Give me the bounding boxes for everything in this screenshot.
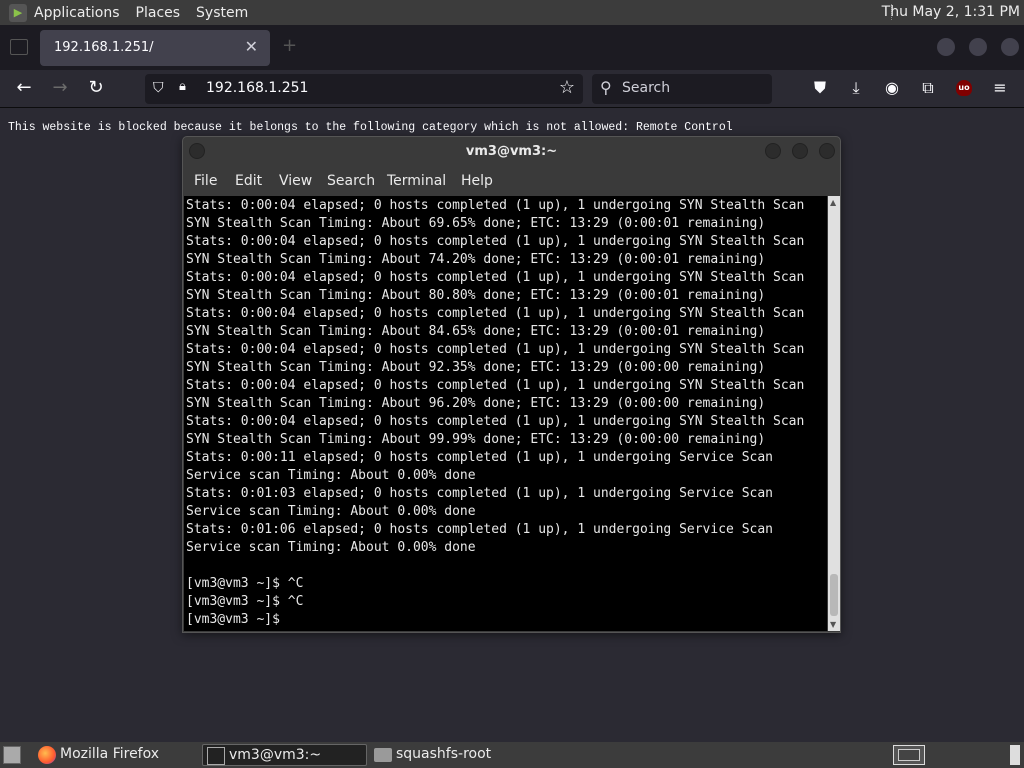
terminal-icon (207, 747, 225, 765)
terminal-line: Stats: 0:00:04 elapsed; 0 hosts complete… (186, 414, 805, 429)
workspace-switcher[interactable] (893, 745, 925, 765)
menu-system[interactable]: System (196, 5, 248, 21)
terminal-line: Stats: 0:00:04 elapsed; 0 hosts complete… (186, 342, 805, 357)
taskbar-end-handle (1010, 745, 1020, 765)
search-placeholder: Search (622, 80, 671, 96)
terminal-output[interactable]: Stats: 0:00:04 elapsed; 0 hosts complete… (184, 196, 827, 631)
lock-icon[interactable]: 🔒︎ (179, 79, 186, 94)
tab-active[interactable]: 192.168.1.251/ ✕ (40, 30, 270, 66)
terminal-scrollbar[interactable]: ▲ ▼ (828, 196, 840, 631)
url-text[interactable]: 192.168.1.251 (206, 80, 308, 96)
scrollbar-thumb[interactable] (830, 574, 838, 616)
menu-search[interactable]: Search (327, 173, 375, 189)
taskbar-item-label: Mozilla Firefox (60, 746, 160, 762)
downloads-icon[interactable]: ⤓ (846, 78, 866, 98)
url-bar[interactable]: ⛉ 🔒︎ 192.168.1.251 ☆ (145, 74, 583, 104)
terminal-line: Stats: 0:01:03 elapsed; 0 hosts complete… (186, 486, 773, 501)
folder-icon (374, 748, 392, 762)
minimize-window-button[interactable] (937, 38, 955, 56)
show-desktop-icon[interactable] (3, 746, 21, 764)
maximize-window-button[interactable] (969, 38, 987, 56)
terminal-line: SYN Stealth Scan Timing: About 74.20% do… (186, 252, 766, 267)
menu-file[interactable]: File (194, 173, 217, 189)
terminal-line: SYN Stealth Scan Timing: About 96.20% do… (186, 396, 766, 411)
tab-title: 192.168.1.251/ (54, 40, 154, 55)
terminal-title: vm3@vm3:~ (465, 144, 558, 159)
extensions-icon[interactable]: ⧉ (918, 78, 938, 98)
close-window-button[interactable] (1001, 38, 1019, 56)
terminal-close-button[interactable] (819, 143, 835, 159)
terminal-line: Service scan Timing: About 0.00% done (186, 540, 476, 555)
back-arrow-icon[interactable]: ← (14, 78, 34, 98)
taskbar-item-label: vm3@vm3:~ (229, 747, 322, 763)
terminal-titlebar[interactable]: vm3@vm3:~ (183, 137, 840, 167)
close-tab-icon[interactable]: ✕ (245, 37, 258, 56)
terminal-line: SYN Stealth Scan Timing: About 92.35% do… (186, 360, 766, 375)
terminal-minimize-button[interactable] (765, 143, 781, 159)
applications-logo-icon[interactable]: ▶ (9, 3, 27, 22)
shield-icon[interactable]: ⛉ (153, 80, 164, 96)
scroll-down-arrow-icon[interactable]: ▼ (830, 620, 836, 629)
firefox-icon (38, 746, 56, 764)
terminal-menubar: File Edit View Search Terminal Help (183, 167, 840, 195)
terminal-line: Service scan Timing: About 0.00% done (186, 468, 476, 483)
account-icon[interactable]: ◉ (882, 78, 902, 98)
terminal-line: SYN Stealth Scan Timing: About 99.99% do… (186, 432, 766, 447)
terminal-line: SYN Stealth Scan Timing: About 69.65% do… (186, 216, 766, 231)
clock[interactable]: Thu May 2, 1:31 PM (882, 4, 1020, 20)
scroll-up-arrow-icon[interactable]: ▲ (830, 198, 836, 207)
menu-applications[interactable]: Applications (34, 5, 120, 21)
menu-view[interactable]: View (279, 173, 312, 189)
terminal-line: SYN Stealth Scan Timing: About 80.80% do… (186, 288, 766, 303)
forward-arrow-icon[interactable]: → (50, 78, 70, 98)
search-icon: ⚲ (600, 78, 612, 97)
workspace-1[interactable] (898, 749, 920, 761)
menu-edit[interactable]: Edit (235, 173, 262, 189)
taskbar-item-label: squashfs-root (396, 746, 492, 762)
terminal-window: vm3@vm3:~ File Edit View Search Terminal… (182, 136, 841, 633)
terminal-line: Stats: 0:01:06 elapsed; 0 hosts complete… (186, 522, 773, 537)
terminal-line: Stats: 0:00:04 elapsed; 0 hosts complete… (186, 270, 805, 285)
top-panel: ▶ Applications Places System Thu May 2, … (0, 0, 1024, 25)
menu-terminal[interactable]: Terminal (387, 173, 446, 189)
menu-places[interactable]: Places (136, 5, 181, 21)
taskbar-item-terminal[interactable]: vm3@vm3:~ (202, 744, 367, 766)
terminal-line: Stats: 0:00:04 elapsed; 0 hosts complete… (186, 198, 805, 213)
bottom-taskbar: Mozilla Firefox vm3@vm3:~ squashfs-root (0, 742, 1024, 768)
terminal-maximize-button[interactable] (792, 143, 808, 159)
terminal-line: [vm3@vm3 ~]$ ^C (186, 594, 304, 609)
terminal-line: Service scan Timing: About 0.00% done (186, 504, 476, 519)
taskbar-item-firefox[interactable]: Mozilla Firefox (34, 744, 199, 766)
terminal-line: SYN Stealth Scan Timing: About 84.65% do… (186, 324, 766, 339)
blocked-message: This website is blocked because it belon… (8, 121, 733, 134)
taskbar-item-squashfs-root[interactable]: squashfs-root (370, 744, 535, 766)
terminal-line: Stats: 0:00:04 elapsed; 0 hosts complete… (186, 234, 805, 249)
bookmark-star-icon[interactable]: ☆ (559, 77, 575, 98)
terminal-line: Stats: 0:00:04 elapsed; 0 hosts complete… (186, 378, 805, 393)
search-input[interactable]: ⚲ Search (592, 74, 772, 104)
pocket-icon[interactable]: ⛊ (810, 78, 830, 98)
terminal-line: Stats: 0:00:04 elapsed; 0 hosts complete… (186, 306, 805, 321)
terminal-line: [vm3@vm3 ~]$ ^C (186, 576, 304, 591)
terminal-line: Stats: 0:00:11 elapsed; 0 hosts complete… (186, 450, 773, 465)
ublock-origin-icon[interactable]: uo (956, 80, 972, 96)
tab-list-icon[interactable] (10, 39, 28, 55)
menu-help[interactable]: Help (461, 173, 493, 189)
new-tab-icon[interactable]: + (282, 35, 297, 56)
terminal-line: [vm3@vm3 ~]$ (186, 612, 288, 627)
reload-icon[interactable]: ↻ (86, 78, 106, 98)
hamburger-menu-icon[interactable]: ≡ (990, 78, 1010, 98)
